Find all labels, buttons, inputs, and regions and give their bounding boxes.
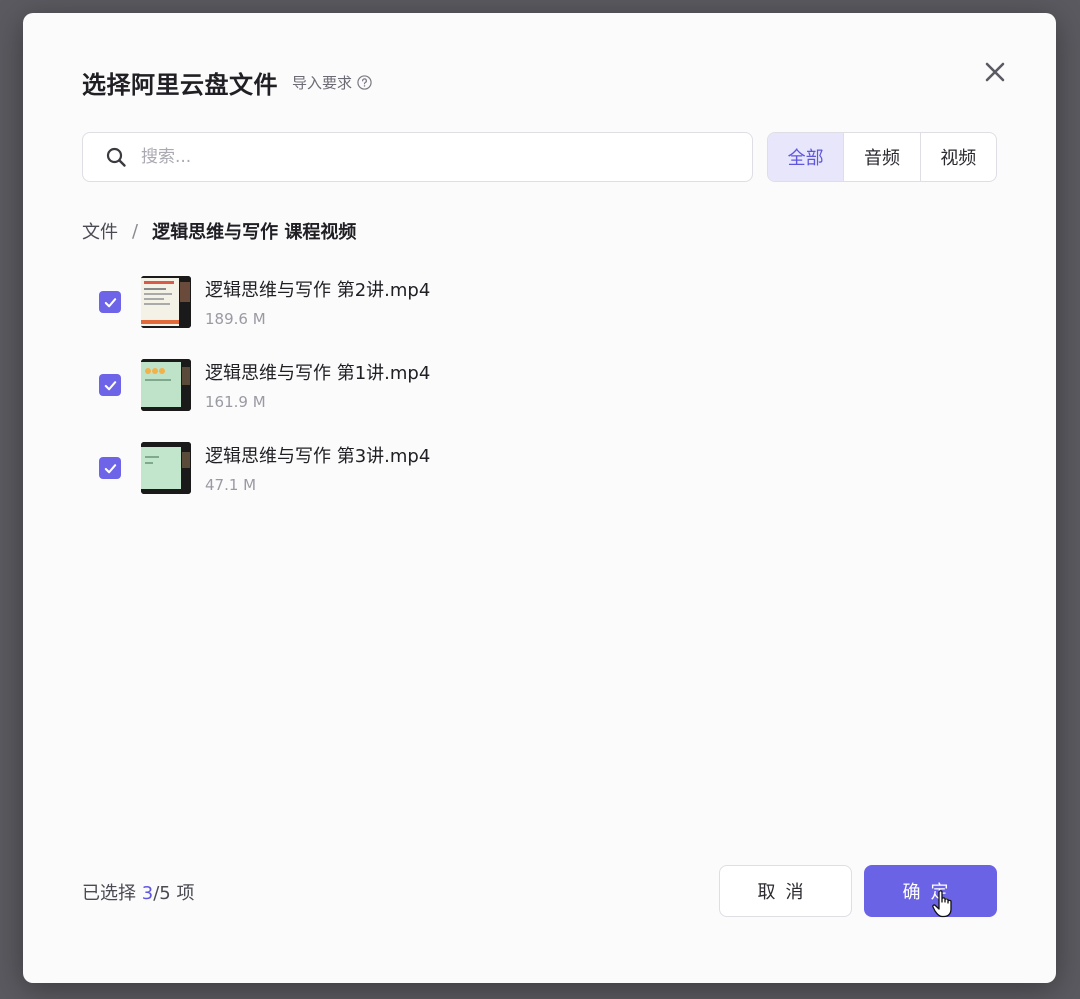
video-thumbnail xyxy=(141,359,191,411)
selected-number: 3 xyxy=(141,883,154,904)
cancel-button[interactable]: 取消 xyxy=(719,865,852,917)
file-name: 逻辑思维与写作 第2讲.mp4 xyxy=(205,280,431,301)
filter-audio[interactable]: 音频 xyxy=(843,133,919,181)
selection-suffix: 项 xyxy=(176,883,195,904)
filter-video[interactable]: 视频 xyxy=(919,133,996,181)
file-info: 逻辑思维与写作 第3讲.mp4 47.1 M xyxy=(205,442,430,494)
video-thumbnail xyxy=(141,442,191,494)
file-item[interactable]: 逻辑思维与写作 第1讲.mp4 161.9 M xyxy=(99,357,430,413)
close-icon[interactable] xyxy=(982,59,1008,85)
search-icon xyxy=(106,147,126,167)
file-checkbox[interactable] xyxy=(99,291,121,313)
file-checkbox[interactable] xyxy=(99,457,121,479)
select-file-dialog: 选择阿里云盘文件 导入要求 全部 音频 视频 文件 / 逻辑思维与写作 课程视频 xyxy=(23,13,1056,983)
total-number: /5 xyxy=(153,883,171,904)
file-name: 逻辑思维与写作 第3讲.mp4 xyxy=(205,446,431,467)
file-size: 189.6 M xyxy=(205,310,266,328)
breadcrumb-separator: / xyxy=(132,220,139,242)
search-input[interactable] xyxy=(139,146,703,168)
file-type-filter: 全部 音频 视频 xyxy=(767,132,997,182)
checkmark-icon xyxy=(104,380,116,390)
confirm-button[interactable]: 确定 xyxy=(864,865,997,917)
checkmark-icon xyxy=(104,463,116,473)
breadcrumb: 文件 / 逻辑思维与写作 课程视频 xyxy=(82,218,356,244)
import-requirements-link[interactable]: 导入要求 xyxy=(292,72,352,93)
help-icon[interactable] xyxy=(357,75,372,90)
checkmark-icon xyxy=(104,297,116,307)
file-info: 逻辑思维与写作 第1讲.mp4 161.9 M xyxy=(205,359,430,411)
hand-cursor-icon xyxy=(932,890,952,918)
file-item[interactable]: 逻辑思维与写作 第3讲.mp4 47.1 M xyxy=(99,440,430,496)
video-thumbnail xyxy=(141,276,191,328)
file-size: 47.1 M xyxy=(205,476,257,494)
breadcrumb-root[interactable]: 文件 xyxy=(82,218,118,244)
file-name: 逻辑思维与写作 第1讲.mp4 xyxy=(205,363,431,384)
dialog-title: 选择阿里云盘文件 xyxy=(82,71,278,99)
selection-prefix: 已选择 xyxy=(82,883,136,904)
selection-count: 已选择 3/5 项 xyxy=(82,879,194,905)
breadcrumb-current: 逻辑思维与写作 课程视频 xyxy=(152,222,357,243)
dialog-header: 选择阿里云盘文件 导入要求 xyxy=(82,65,372,100)
filter-all[interactable]: 全部 xyxy=(768,133,844,181)
search-box[interactable] xyxy=(82,132,753,182)
file-size: 161.9 M xyxy=(205,393,266,411)
file-checkbox[interactable] xyxy=(99,374,121,396)
file-info: 逻辑思维与写作 第2讲.mp4 189.6 M xyxy=(205,276,430,328)
file-item[interactable]: 逻辑思维与写作 第2讲.mp4 189.6 M xyxy=(99,274,430,330)
